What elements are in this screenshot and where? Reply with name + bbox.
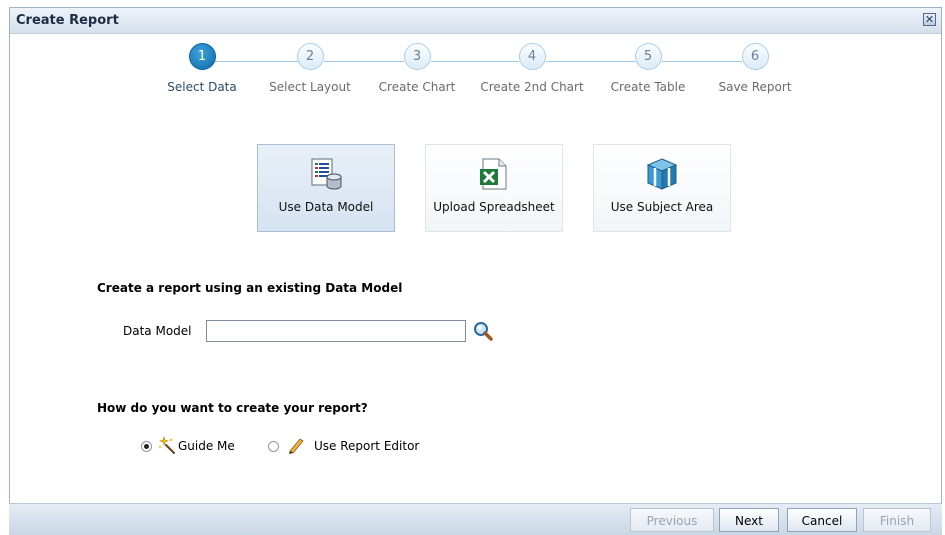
step-label: Create 2nd Chart — [480, 80, 584, 94]
pencil-icon — [289, 438, 304, 454]
data-model-icon — [311, 158, 342, 190]
next-button[interactable]: Next — [719, 508, 779, 532]
magnifier-search-icon[interactable] — [472, 320, 494, 342]
use-data-model-card[interactable]: Use Data Model — [257, 144, 395, 232]
finish-button[interactable]: Finish — [863, 508, 931, 532]
step-number: 3 — [403, 43, 431, 70]
train-step-create-2nd-chart[interactable]: 4 Create 2nd Chart — [472, 43, 592, 94]
step-number: 2 — [296, 43, 324, 70]
previous-button[interactable]: Previous — [630, 508, 714, 532]
step-label: Create Table — [610, 80, 686, 94]
data-model-heading: Create a report using an existing Data M… — [97, 281, 403, 295]
train-step-save-report[interactable]: 6 Save Report — [695, 43, 815, 94]
subject-area-cube-icon — [646, 158, 678, 190]
card-label: Use Data Model — [278, 200, 374, 214]
step-number: 5 — [634, 43, 662, 70]
use-report-editor-radio[interactable] — [268, 441, 279, 452]
magic-wand-icon — [159, 436, 176, 454]
data-model-input[interactable] — [206, 320, 466, 342]
train-step-create-table[interactable]: 5 Create Table — [588, 43, 708, 94]
card-label: Use Subject Area — [610, 200, 714, 214]
train-step-select-data[interactable]: 1 Select Data — [142, 43, 262, 94]
step-label: Select Layout — [269, 80, 351, 94]
card-label: Upload Spreadsheet — [433, 200, 555, 214]
step-label: Create Chart — [378, 80, 456, 94]
cancel-button[interactable]: Cancel — [787, 508, 857, 532]
step-number: 1 — [188, 43, 216, 70]
dialog-title: Create Report — [16, 13, 119, 28]
step-label: Select Data — [167, 80, 237, 94]
dialog-titlebar: Create Report ✕ — [10, 8, 941, 34]
step-number: 4 — [518, 43, 546, 70]
step-number: 6 — [741, 43, 769, 70]
train-step-select-layout[interactable]: 2 Select Layout — [250, 43, 370, 94]
close-icon[interactable]: ✕ — [923, 13, 936, 26]
data-model-label: Data Model — [123, 324, 192, 338]
upload-spreadsheet-card[interactable]: Upload Spreadsheet — [425, 144, 563, 232]
guide-me-label[interactable]: Guide Me — [178, 439, 235, 453]
guide-me-radio[interactable] — [141, 441, 152, 452]
create-mode-heading: How do you want to create your report? — [97, 401, 368, 415]
use-subject-area-card[interactable]: Use Subject Area — [593, 144, 731, 232]
excel-spreadsheet-icon — [480, 158, 507, 190]
use-report-editor-label[interactable]: Use Report Editor — [314, 439, 419, 453]
train-step-create-chart[interactable]: 3 Create Chart — [357, 43, 477, 94]
step-label: Save Report — [718, 80, 792, 94]
